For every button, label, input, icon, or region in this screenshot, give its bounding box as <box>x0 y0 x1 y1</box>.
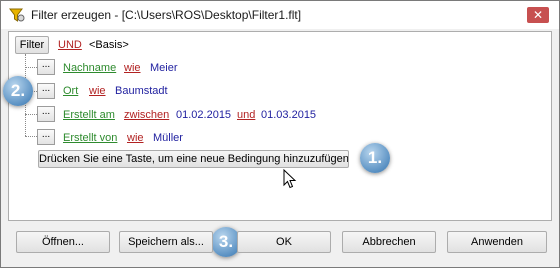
add-condition-button[interactable]: Drücken Sie eine Taste, um eine neue Bed… <box>38 150 349 168</box>
row-options-button[interactable]: ... <box>37 106 55 122</box>
row-field[interactable]: Nachname <box>63 61 116 75</box>
row-value[interactable]: 01.02.2015 <box>176 108 231 122</box>
row-field[interactable]: Ort <box>63 84 78 98</box>
row-value[interactable]: Meier <box>150 61 178 75</box>
row-operator[interactable]: wie <box>89 84 106 98</box>
row-value-2[interactable]: 01.03.2015 <box>261 108 316 122</box>
callout-badge-1: 1. <box>360 143 390 173</box>
row-operator[interactable]: wie <box>124 61 141 75</box>
row-field[interactable]: Erstellt am <box>63 108 115 122</box>
tree-line-branch <box>25 136 37 137</box>
tree-line-branch <box>25 114 37 115</box>
row-options-button[interactable]: ... <box>37 59 55 75</box>
open-button[interactable]: Öffnen... <box>16 231 110 253</box>
title-bar[interactable]: Filter erzeugen - [C:\Users\ROS\Desktop\… <box>1 1 559 29</box>
apply-button[interactable]: Anwenden <box>447 231 547 253</box>
close-icon: ✕ <box>532 8 544 22</box>
filter-funnel-icon <box>9 8 25 22</box>
root-base: <Basis> <box>89 39 129 51</box>
row-value[interactable]: Baumstadt <box>115 84 168 98</box>
row-options-button[interactable]: ... <box>37 129 55 145</box>
filter-root-button[interactable]: Filter <box>15 36 49 54</box>
callout-badge-2: 2. <box>3 76 33 106</box>
window-title: Filter erzeugen - [C:\Users\ROS\Desktop\… <box>31 8 302 22</box>
row-value[interactable]: Müller <box>153 131 183 145</box>
ok-button[interactable]: OK <box>237 231 331 253</box>
row-options-button[interactable]: ... <box>37 83 55 99</box>
row-operator[interactable]: wie <box>127 131 144 145</box>
cancel-button[interactable]: Abbrechen <box>342 231 436 253</box>
filter-dialog: Filter erzeugen - [C:\Users\ROS\Desktop\… <box>0 0 560 268</box>
close-button[interactable]: ✕ <box>527 7 549 23</box>
root-operator[interactable]: UND <box>58 38 82 52</box>
row-conjunction[interactable]: und <box>237 108 255 122</box>
mouse-pointer-icon <box>283 169 297 189</box>
save-as-button[interactable]: Speichern als... <box>119 231 213 253</box>
row-operator[interactable]: zwischen <box>124 108 169 122</box>
tree-line-branch <box>25 67 37 68</box>
row-field[interactable]: Erstellt von <box>63 131 117 145</box>
filter-tree-panel: Filter UND <Basis> ... Nachname wie Meie… <box>8 31 552 221</box>
